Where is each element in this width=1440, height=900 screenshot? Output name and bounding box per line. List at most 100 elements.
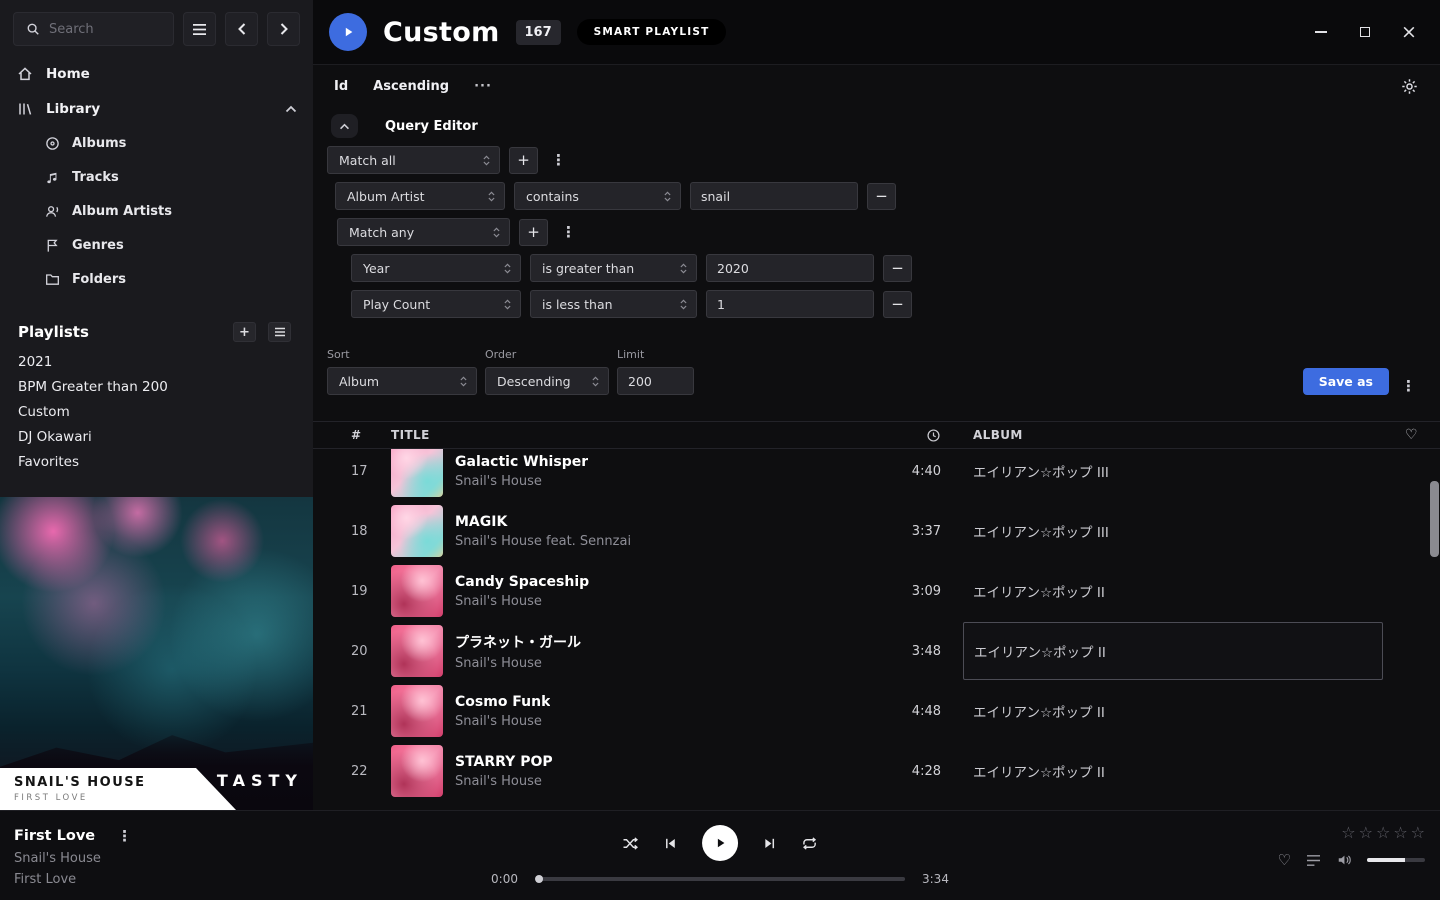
favorite-button[interactable]: ♡: [1278, 851, 1291, 869]
previous-button[interactable]: [663, 836, 678, 851]
next-button[interactable]: [762, 836, 777, 851]
playlist-item-bpm[interactable]: BPM Greater than 200: [0, 375, 313, 400]
add-playlist-button[interactable]: +: [233, 322, 256, 342]
updown-icon: [482, 154, 491, 167]
remove-rule-button[interactable]: −: [867, 183, 896, 210]
remove-rule-button[interactable]: −: [883, 291, 912, 318]
limit-input[interactable]: [617, 367, 694, 395]
star-icon[interactable]: ☆: [1376, 823, 1390, 842]
scrollbar-thumb[interactable]: [1430, 481, 1439, 557]
clock-icon: [926, 428, 941, 443]
updown-icon: [663, 190, 672, 203]
track-artist: Snail's House: [455, 774, 553, 789]
home-icon: [16, 65, 33, 82]
star-icon[interactable]: ☆: [1393, 823, 1407, 842]
shuffle-button[interactable]: [622, 836, 639, 851]
star-icon[interactable]: ☆: [1411, 823, 1425, 842]
queue-button[interactable]: [1306, 854, 1321, 867]
rule-operator-select[interactable]: contains: [514, 182, 681, 210]
playlist-item-2021[interactable]: 2021: [0, 350, 313, 375]
track-title: プラネット・ガール: [455, 632, 581, 652]
sidebar-item-albums[interactable]: Albums: [0, 126, 313, 160]
order-select[interactable]: Descending: [485, 367, 609, 395]
track-row[interactable]: 22 STARRY POP Snail's House 4:28 エイリアン☆ポ…: [313, 741, 1440, 801]
repeat-button[interactable]: [801, 836, 818, 851]
sidebar-item-home[interactable]: Home: [0, 56, 313, 91]
track-title: MAGIK: [455, 514, 631, 530]
track-artist: Snail's House: [455, 714, 550, 729]
column-duration[interactable]: [851, 428, 941, 443]
sidebar-item-genres[interactable]: Genres: [0, 228, 313, 262]
track-row[interactable]: 17 Galactic Whisper Snail's House 4:40 エ…: [313, 449, 1440, 501]
back-button[interactable]: [225, 12, 258, 46]
remove-rule-button[interactable]: −: [883, 255, 912, 282]
rule-value-input[interactable]: [690, 182, 858, 210]
playlist-item-favorites[interactable]: Favorites: [0, 450, 313, 475]
close-button[interactable]: ×: [1402, 25, 1416, 39]
volume-slider[interactable]: [1367, 858, 1425, 862]
track-album-focused[interactable]: エイリアン☆ポップ II: [963, 622, 1383, 680]
more-options-button[interactable]: ···: [474, 79, 492, 94]
sort-field-button[interactable]: Id: [334, 79, 348, 94]
match-mode-select[interactable]: Match all: [327, 146, 500, 174]
search-input[interactable]: [49, 22, 163, 37]
track-row[interactable]: 19 Candy Spaceship Snail's House 3:09 エイ…: [313, 561, 1440, 621]
rule-operator-select[interactable]: is greater than: [530, 254, 697, 282]
column-index[interactable]: #: [351, 428, 391, 442]
sidebar-item-album-artists[interactable]: Album Artists: [0, 194, 313, 228]
sort-direction-button[interactable]: Ascending: [373, 79, 449, 94]
track-row[interactable]: 20 プラネット・ガール Snail's House 3:48 エイリアン☆ポッ…: [313, 621, 1440, 681]
add-rule-button[interactable]: +: [509, 147, 538, 174]
rating-stars[interactable]: ☆ ☆ ☆ ☆ ☆: [1341, 823, 1425, 842]
sidebar-item-folders[interactable]: Folders: [0, 262, 313, 296]
track-artist: Snail's House: [455, 474, 588, 489]
track-row[interactable]: 21 Cosmo Funk Snail's House 4:48 エイリアン☆ポ…: [313, 681, 1440, 741]
close-icon: ×: [1401, 25, 1417, 39]
playlist-item-custom[interactable]: Custom: [0, 400, 313, 425]
play-pause-button[interactable]: [702, 825, 738, 861]
rule-operator-value: contains: [526, 189, 579, 204]
column-title[interactable]: TITLE: [391, 428, 851, 442]
seek-bar[interactable]: [535, 877, 905, 881]
maximize-button[interactable]: [1358, 25, 1372, 39]
chevron-up-icon[interactable]: [285, 105, 297, 113]
sidebar: Home Library Albums Tracks: [0, 0, 313, 810]
playlist-list-button[interactable]: [268, 322, 291, 342]
now-playing-menu-button[interactable]: ⋮: [113, 827, 136, 845]
track-album: エイリアン☆ポップ II: [973, 761, 1383, 781]
rule-operator-select[interactable]: is less than: [530, 290, 697, 318]
rule-value-input[interactable]: [706, 254, 874, 282]
save-as-button[interactable]: Save as: [1303, 368, 1389, 395]
save-menu-button[interactable]: ⋮: [1397, 377, 1420, 395]
star-icon[interactable]: ☆: [1359, 823, 1373, 842]
add-group-rule-button[interactable]: +: [519, 219, 548, 246]
now-playing-album: First Love: [14, 872, 136, 887]
play-playlist-button[interactable]: [329, 13, 367, 51]
track-row[interactable]: 18 MAGIK Snail's House feat. Sennzai 3:3…: [313, 501, 1440, 561]
player-right-controls: ☆ ☆ ☆ ☆ ☆ ♡: [1278, 823, 1425, 869]
playlist-item-dj-okawari[interactable]: DJ Okawari: [0, 425, 313, 450]
rule-field-select[interactable]: Album Artist: [335, 182, 505, 210]
settings-button[interactable]: [1401, 78, 1418, 95]
group-menu-button[interactable]: ⋮: [557, 223, 580, 241]
sidebar-item-library[interactable]: Library: [0, 91, 313, 126]
rule-field-select[interactable]: Year: [351, 254, 521, 282]
menu-button[interactable]: [183, 12, 216, 46]
search-box[interactable]: [13, 12, 174, 46]
sort-select[interactable]: Album: [327, 367, 477, 395]
collapse-query-editor-button[interactable]: [331, 114, 358, 138]
forward-button[interactable]: [267, 12, 300, 46]
rule-menu-button[interactable]: ⋮: [547, 151, 570, 169]
minimize-button[interactable]: [1314, 25, 1328, 39]
search-icon: [24, 21, 41, 38]
rule-field-select[interactable]: Play Count: [351, 290, 521, 318]
group-match-mode-select[interactable]: Match any: [337, 218, 510, 246]
volume-button[interactable]: [1336, 853, 1352, 867]
column-album[interactable]: ALBUM: [973, 428, 1383, 442]
seek-handle[interactable]: [535, 875, 543, 883]
sidebar-item-tracks[interactable]: Tracks: [0, 160, 313, 194]
star-icon[interactable]: ☆: [1341, 823, 1355, 842]
now-playing-artist: Snail's House: [14, 851, 136, 866]
rule-value-input[interactable]: [706, 290, 874, 318]
column-favorite[interactable]: ♡: [1383, 427, 1440, 443]
